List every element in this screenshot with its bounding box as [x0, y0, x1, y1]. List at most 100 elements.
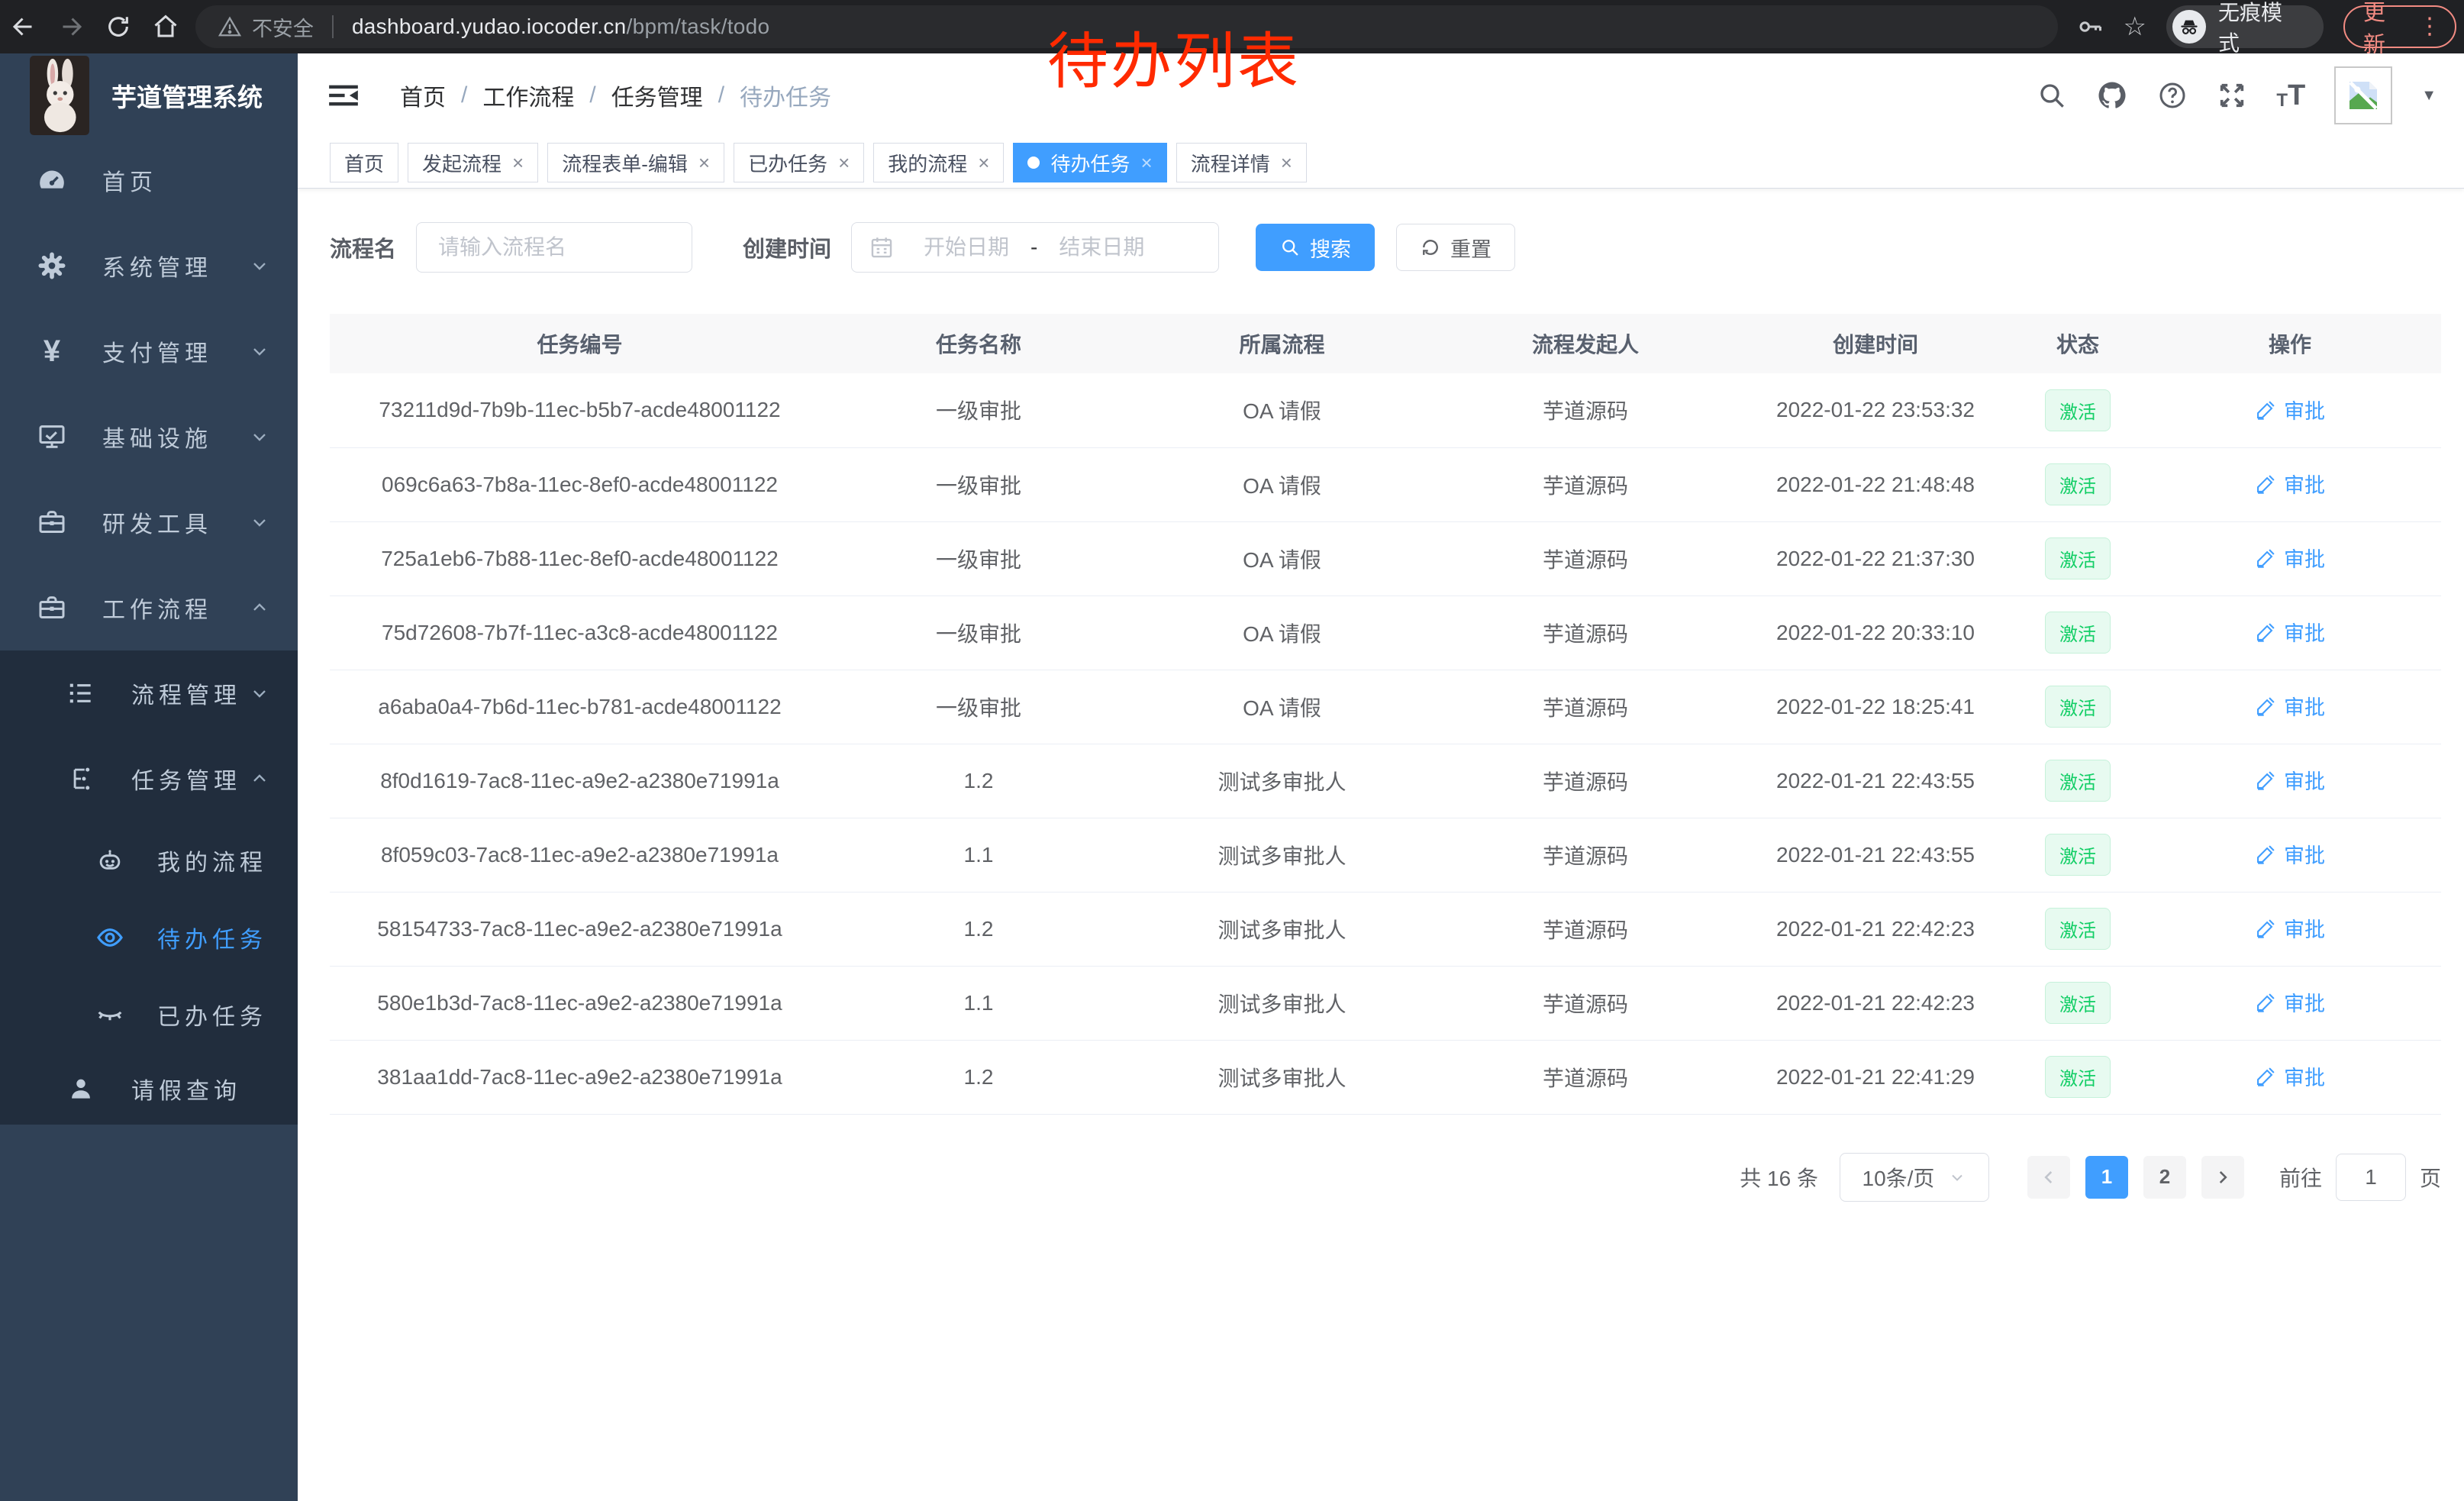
task-name-cell: 一级审批 [830, 521, 1127, 596]
approve-link[interactable]: 审批 [2255, 913, 2325, 943]
approve-link[interactable]: 审批 [2255, 765, 2325, 795]
eye-closed-icon [93, 1000, 127, 1029]
sidebar-item-devtools[interactable]: 研发工具 [0, 479, 298, 565]
tab-close-icon[interactable]: × [698, 151, 710, 175]
table-row: 381aa1dd-7ac8-11ec-a9e2-a2380e71991a1.2测… [330, 1040, 2441, 1114]
sidebar-item-label: 流程管理 [131, 676, 241, 710]
sidebar-item-label: 请假查询 [131, 1072, 241, 1106]
edit-pen-icon [2255, 696, 2276, 717]
help-icon[interactable] [2157, 80, 2188, 111]
eye-icon [93, 923, 127, 952]
page-buttons: 12 [2078, 1156, 2194, 1199]
page-button-2[interactable]: 2 [2143, 1156, 2186, 1199]
tab-item-6[interactable]: 流程详情× [1176, 143, 1307, 182]
task-name-cell: 1.2 [830, 1040, 1127, 1114]
sidebar-item-process-mgmt[interactable]: 流程管理 [0, 650, 298, 736]
sidebar-item-payment[interactable]: ¥ 支付管理 [0, 308, 298, 394]
page-size-select[interactable]: 10条/页 [1840, 1153, 1989, 1202]
status-badge: 激活 [2045, 908, 2111, 950]
tab-item-2[interactable]: 流程表单-编辑× [547, 143, 724, 182]
app-logo[interactable]: 芋道管理系统 [0, 53, 298, 137]
github-icon[interactable] [2096, 79, 2128, 111]
tab-item-3[interactable]: 已办任务× [734, 143, 864, 182]
approve-link-label: 审批 [2284, 765, 2325, 795]
status-cell: 激活 [2017, 966, 2139, 1040]
create-time-cell: 2022-01-22 21:48:48 [1734, 447, 2017, 521]
page-url[interactable]: dashboard.yudao.iocoder.cn/bpm/task/todo [352, 15, 769, 39]
tab-close-icon[interactable]: × [512, 151, 524, 175]
browser-home-icon[interactable] [142, 3, 189, 50]
sidebar-item-home[interactable]: 首页 [0, 137, 298, 223]
tab-item-0[interactable]: 首页 [330, 143, 398, 182]
tab-item-5[interactable]: 待办任务× [1013, 143, 1166, 182]
tab-close-icon[interactable]: × [1141, 151, 1153, 175]
bookmark-star-icon[interactable]: ☆ [2124, 11, 2146, 42]
sidebar-item-system[interactable]: 系统管理 [0, 223, 298, 308]
avatar[interactable] [2334, 66, 2392, 124]
browser-back-icon[interactable] [0, 3, 47, 50]
tab-close-icon[interactable]: × [1281, 151, 1292, 175]
security-warning-icon[interactable] [218, 15, 241, 38]
fullscreen-icon[interactable] [2217, 80, 2247, 111]
task-name-cell: 一级审批 [830, 447, 1127, 521]
approve-link[interactable]: 审批 [2255, 395, 2325, 424]
prev-page-button[interactable] [2027, 1156, 2070, 1199]
password-key-icon[interactable] [2076, 13, 2104, 40]
table-row: 75d72608-7b7f-11ec-a3c8-acde48001122一级审批… [330, 596, 2441, 670]
sidebar-item-my-process[interactable]: 我的流程 [0, 822, 298, 899]
table-row: 8f0d1619-7ac8-11ec-a9e2-a2380e71991a1.2测… [330, 744, 2441, 818]
sidebar-item-done-tasks[interactable]: 已办任务 [0, 976, 298, 1053]
search-icon[interactable] [2037, 80, 2067, 111]
sidebar-item-todo-tasks[interactable]: 待办任务 [0, 899, 298, 976]
sidebar-item-infrastructure[interactable]: 基础设施 [0, 394, 298, 479]
breadcrumb-workflow[interactable]: 工作流程 [482, 79, 574, 112]
toolbox-icon [35, 592, 69, 623]
date-range-picker[interactable]: - [851, 222, 1219, 273]
starter-cell: 芋道源码 [1437, 596, 1734, 670]
tab-close-icon[interactable]: × [978, 151, 989, 175]
tab-close-icon[interactable]: × [838, 151, 850, 175]
search-button[interactable]: 搜索 [1256, 224, 1375, 271]
browser-menu-dots-icon[interactable]: ⋮ [2418, 15, 2441, 38]
starter-cell: 芋道源码 [1437, 892, 1734, 966]
approve-link[interactable]: 审批 [2255, 469, 2325, 499]
approve-link[interactable]: 审批 [2255, 543, 2325, 573]
sidebar-item-leave-query[interactable]: 请假查询 [0, 1053, 298, 1125]
status-cell: 激活 [2017, 818, 2139, 892]
avatar-caret-icon[interactable]: ▼ [2421, 87, 2437, 105]
tab-item-1[interactable]: 发起流程× [408, 143, 538, 182]
breadcrumb-task-mgmt[interactable]: 任务管理 [611, 79, 703, 112]
sidebar-item-workflow[interactable]: 工作流程 [0, 565, 298, 650]
next-page-button[interactable] [2201, 1156, 2244, 1199]
sidebar: 芋道管理系统 首页 系统管理 ¥ 支付管理 基础设施 研发工具 [0, 53, 298, 1501]
sidebar-item-task-mgmt[interactable]: 任务管理 [0, 736, 298, 822]
process-name-input[interactable] [416, 222, 692, 273]
reset-button[interactable]: 重置 [1396, 224, 1515, 271]
goto-page-input[interactable] [2336, 1154, 2406, 1201]
status-cell: 激活 [2017, 447, 2139, 521]
page-button-1[interactable]: 1 [2085, 1156, 2128, 1199]
date-range-separator: - [1030, 235, 1037, 260]
browser-update-button[interactable]: 更新 ⋮ [2343, 5, 2456, 48]
approve-link[interactable]: 审批 [2255, 987, 2325, 1017]
chevron-down-icon [249, 255, 270, 276]
approve-link[interactable]: 审批 [2255, 617, 2325, 647]
browser-forward-icon[interactable] [47, 3, 95, 50]
end-date-input[interactable] [1040, 235, 1163, 260]
approve-link[interactable]: 审批 [2255, 691, 2325, 721]
breadcrumb-home[interactable]: 首页 [400, 79, 446, 112]
task-id-cell: 73211d9d-7b9b-11ec-b5b7-acde48001122 [330, 373, 830, 447]
approve-link[interactable]: 审批 [2255, 1061, 2325, 1091]
tab-bar: 首页发起流程×流程表单-编辑× 已办任务×我的流程×待办任务× 流程详情× [298, 137, 2464, 189]
approve-link[interactable]: 审批 [2255, 839, 2325, 869]
browser-reload-icon[interactable] [95, 3, 142, 50]
start-date-input[interactable] [905, 235, 1027, 260]
security-label[interactable]: 不安全 [252, 12, 314, 42]
create-time-cell: 2022-01-21 22:43:55 [1734, 744, 2017, 818]
font-size-icon[interactable]: TT [2276, 81, 2305, 110]
goto-label: 前往 [2279, 1162, 2322, 1193]
chevron-down-icon [249, 341, 270, 362]
tab-item-4[interactable]: 我的流程× [873, 143, 1004, 182]
sidebar-collapse-icon[interactable] [327, 80, 360, 111]
page-size-value: 10条/页 [1863, 1162, 1935, 1193]
